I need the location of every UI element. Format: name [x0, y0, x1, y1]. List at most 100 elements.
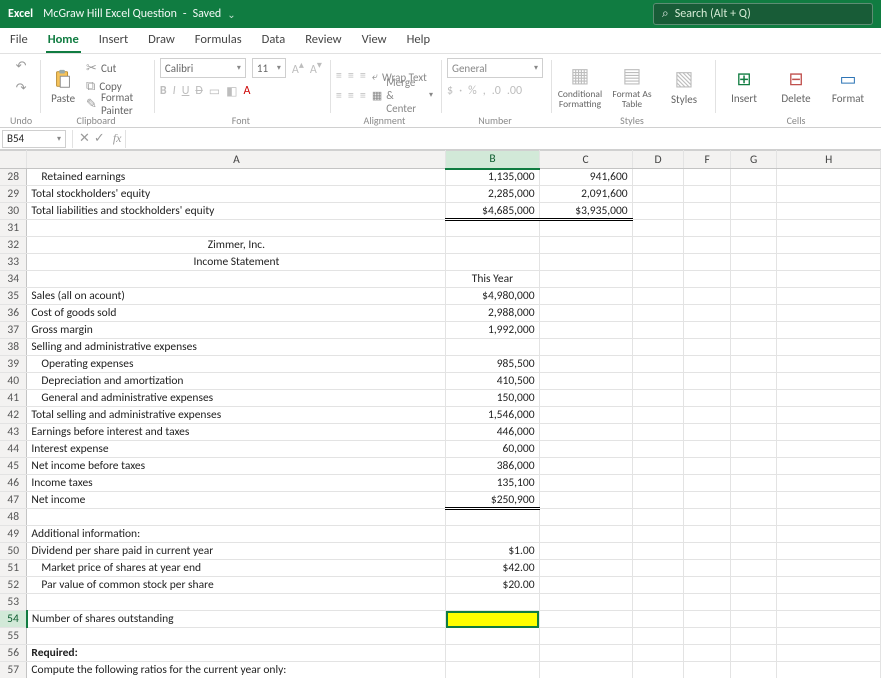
cell[interactable]	[446, 237, 539, 254]
cell[interactable]	[539, 254, 632, 271]
insert-cells-button[interactable]: ⊞Insert	[721, 58, 767, 114]
cell[interactable]: Total liabilities and stockholders' equi…	[27, 203, 446, 220]
cell[interactable]	[539, 288, 632, 305]
cell[interactable]	[632, 662, 684, 678]
cell[interactable]	[539, 628, 632, 645]
cell[interactable]	[539, 407, 632, 424]
cell[interactable]	[539, 424, 632, 441]
cell[interactable]	[684, 390, 731, 407]
row-header[interactable]: 32	[0, 237, 27, 254]
cell[interactable]	[27, 628, 446, 645]
tab-data[interactable]: Data	[260, 28, 288, 53]
cell[interactable]	[777, 203, 881, 220]
cell[interactable]	[446, 526, 539, 543]
cell[interactable]	[684, 441, 731, 458]
cell[interactable]	[730, 271, 777, 288]
cell[interactable]: Par value of common stock per share	[27, 577, 446, 594]
cell[interactable]	[730, 339, 777, 356]
cell[interactable]	[684, 356, 731, 373]
cell[interactable]	[539, 560, 632, 577]
search-box[interactable]: ⌕ Search (Alt + Q)	[653, 3, 873, 25]
row-header[interactable]: 54	[0, 611, 27, 628]
font-size-select[interactable]: 11▾	[252, 58, 286, 78]
fx-icon[interactable]: fx	[109, 131, 126, 146]
align-center-icon[interactable]: ≡	[348, 89, 354, 103]
paste-button[interactable]: Paste	[46, 58, 80, 114]
tab-home[interactable]: Home	[46, 28, 81, 53]
redo-icon[interactable]: ↷	[16, 80, 27, 96]
cell[interactable]: 1,546,000	[446, 407, 539, 424]
row-header[interactable]: 29	[0, 186, 27, 203]
font-name-select[interactable]: Calibri▾	[160, 58, 246, 78]
row-header[interactable]: 35	[0, 288, 27, 305]
number-format-select[interactable]: General▾	[447, 58, 543, 78]
cell[interactable]: Total stockholders' equity	[27, 186, 446, 203]
cell[interactable]	[632, 577, 684, 594]
cell[interactable]: Depreciation and amortization	[27, 373, 446, 390]
cell[interactable]	[632, 322, 684, 339]
cell[interactable]	[446, 220, 539, 237]
percent-icon[interactable]: %	[468, 84, 477, 98]
cell[interactable]	[539, 492, 632, 509]
cell[interactable]	[446, 254, 539, 271]
cell[interactable]: 1,135,000	[446, 169, 539, 186]
cell[interactable]	[730, 186, 777, 203]
cell[interactable]	[684, 237, 731, 254]
cell[interactable]	[539, 475, 632, 492]
align-bottom-icon[interactable]: ≡	[360, 69, 366, 83]
cell[interactable]	[684, 594, 731, 611]
cell[interactable]	[777, 662, 881, 678]
cell[interactable]	[632, 645, 684, 662]
borders-button[interactable]: ▭	[209, 84, 220, 99]
cell[interactable]	[684, 186, 731, 203]
row-header[interactable]: 40	[0, 373, 27, 390]
cell[interactable]	[777, 645, 881, 662]
cell[interactable]	[539, 594, 632, 611]
cell[interactable]	[730, 509, 777, 526]
cell[interactable]	[632, 441, 684, 458]
cell[interactable]	[632, 594, 684, 611]
cell[interactable]	[730, 407, 777, 424]
cell[interactable]	[730, 662, 777, 678]
row-header[interactable]: 37	[0, 322, 27, 339]
cell[interactable]	[446, 509, 539, 526]
row-header[interactable]: 55	[0, 628, 27, 645]
cell[interactable]	[777, 441, 881, 458]
row-header[interactable]: 28	[0, 169, 27, 186]
cell[interactable]	[632, 390, 684, 407]
tab-insert[interactable]: Insert	[97, 28, 130, 53]
cut-button[interactable]: ✂Cut	[86, 60, 146, 76]
cell[interactable]	[632, 475, 684, 492]
cell[interactable]	[730, 424, 777, 441]
cell[interactable]	[684, 628, 731, 645]
cell[interactable]	[777, 407, 881, 424]
format-painter-button[interactable]: ✎Format Painter	[86, 96, 146, 112]
cell[interactable]: Sales (all on acount)	[27, 288, 446, 305]
bold-button[interactable]: B	[160, 84, 167, 99]
cell[interactable]	[730, 288, 777, 305]
cell[interactable]: This Year	[446, 271, 539, 288]
cell[interactable]	[446, 611, 539, 628]
cell[interactable]	[777, 373, 881, 390]
cell[interactable]: 150,000	[446, 390, 539, 407]
cell[interactable]: Total selling and administrative expense…	[27, 407, 446, 424]
cell[interactable]	[684, 288, 731, 305]
cell[interactable]	[730, 645, 777, 662]
strike-button[interactable]: D	[195, 84, 202, 99]
cell[interactable]: 985,500	[446, 356, 539, 373]
delete-cells-button[interactable]: ⊟Delete	[773, 58, 819, 114]
cell[interactable]	[730, 169, 777, 186]
row-header[interactable]: 36	[0, 305, 27, 322]
row-header[interactable]: 44	[0, 441, 27, 458]
chevron-down-icon[interactable]: ⌄	[227, 8, 235, 21]
row-header[interactable]: 30	[0, 203, 27, 220]
cell[interactable]	[446, 339, 539, 356]
cell[interactable]	[777, 220, 881, 237]
cell[interactable]	[684, 373, 731, 390]
cell[interactable]: 410,500	[446, 373, 539, 390]
document-title[interactable]: McGraw Hill Excel Question - Saved ⌄	[43, 7, 236, 21]
cell[interactable]: 2,091,600	[539, 186, 632, 203]
cell[interactable]	[684, 407, 731, 424]
underline-button[interactable]: U	[182, 84, 190, 99]
format-cells-button[interactable]: ▭Format	[825, 58, 871, 114]
